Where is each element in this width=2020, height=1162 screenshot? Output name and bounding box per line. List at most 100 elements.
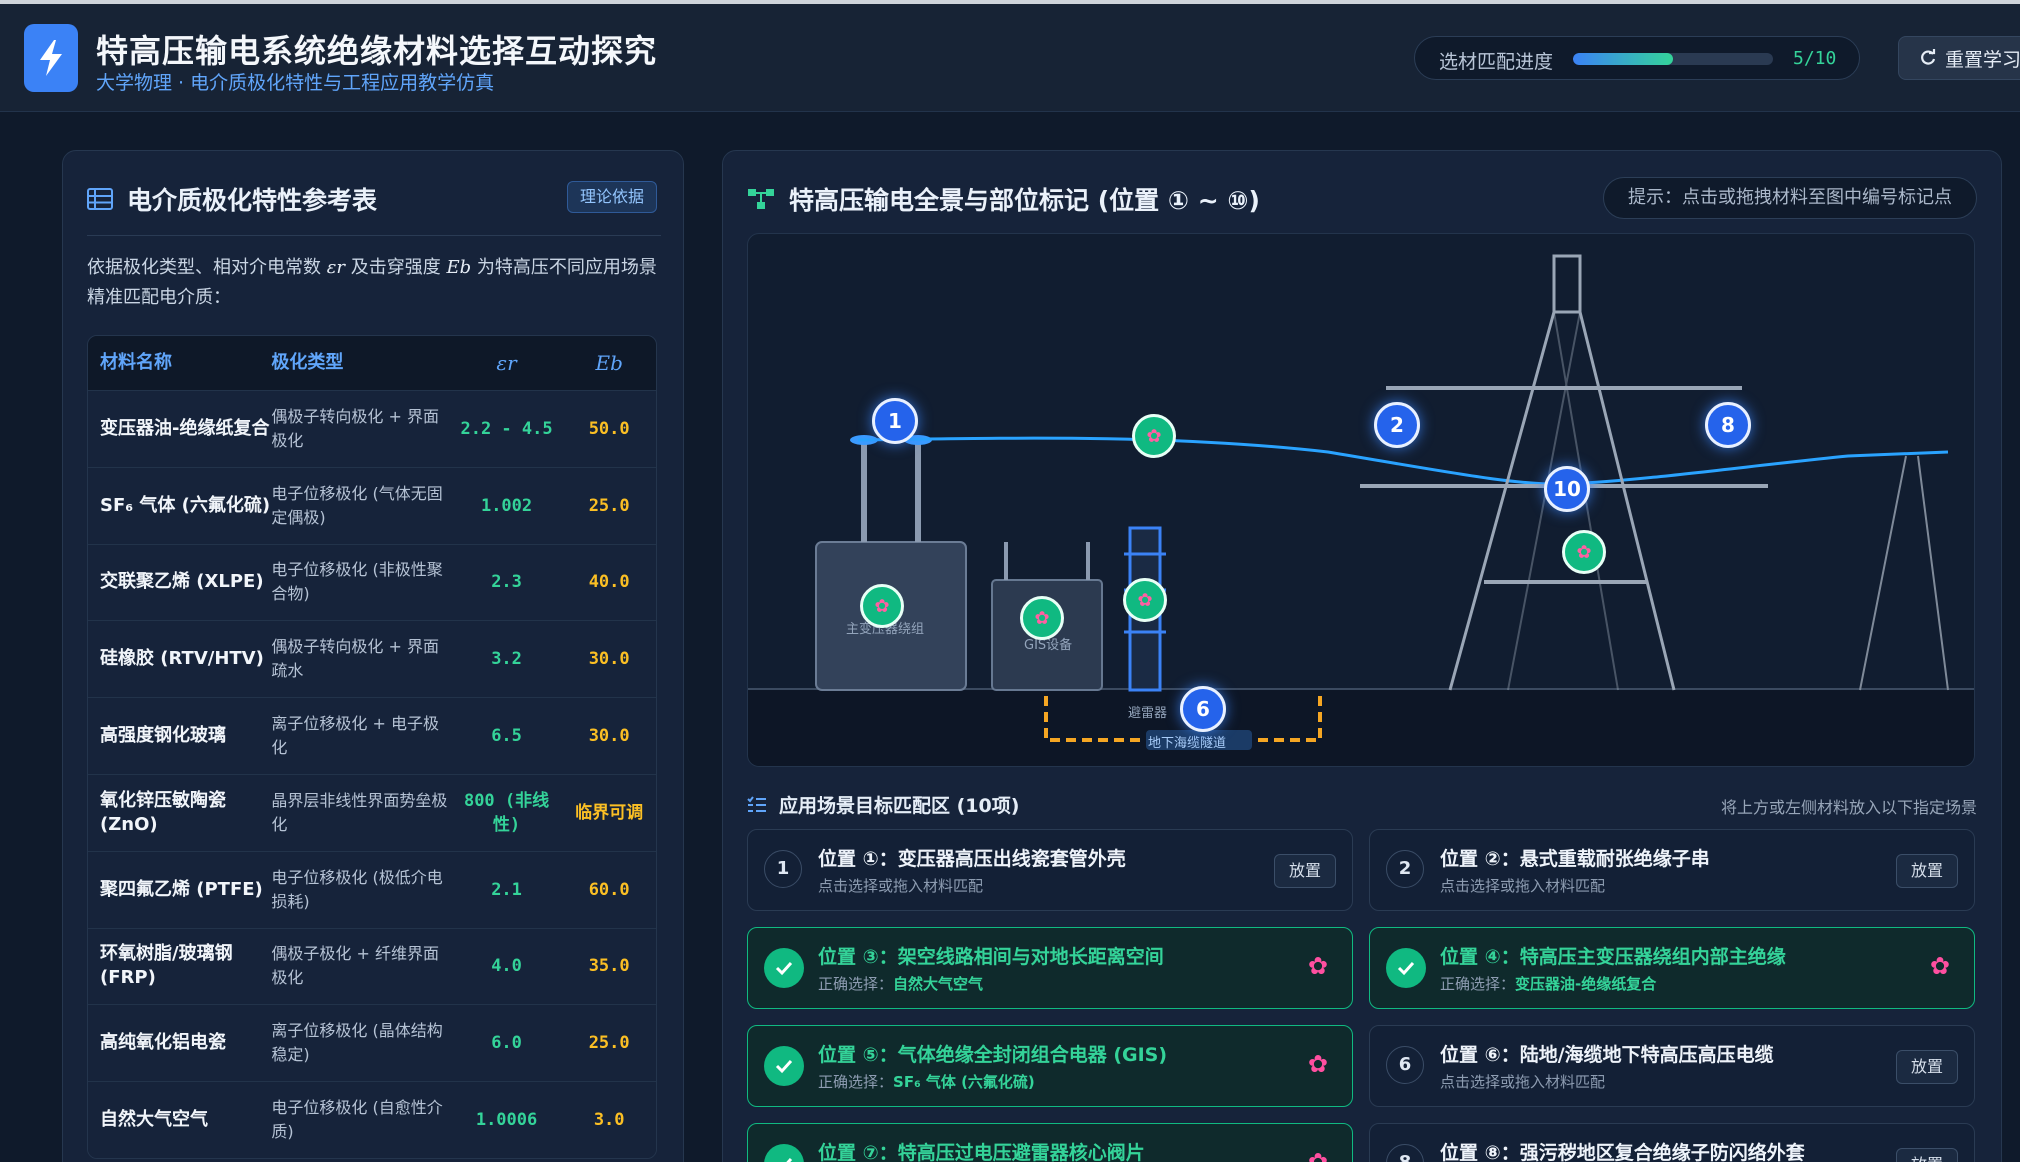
- place-button[interactable]: 放置: [1274, 854, 1336, 888]
- target-card-4[interactable]: 位置 ④：特高压主变压器绕组内部主绝缘正确选择：变压器油-绝缘纸复合 ✿: [1369, 927, 1975, 1009]
- polarization-type: 偶极子转向极化 + 界面极化: [271, 406, 439, 450]
- progress-count: 5/10: [1793, 48, 1837, 69]
- material-name: 氧化锌压敏陶瓷 (ZnO): [100, 789, 226, 835]
- material-name: SF₆ 气体 (六氟化硫): [100, 494, 271, 516]
- progress-indicator: 选材匹配进度 5/10: [1414, 36, 1860, 80]
- progress-label: 选材匹配进度: [1439, 51, 1554, 73]
- breakdown-value: 3.0: [593, 1110, 625, 1131]
- target-card-6[interactable]: 6 位置 ⑥：陆地/海缆地下特高压高压电缆点击选择或拖入材料匹配 放置: [1369, 1025, 1975, 1107]
- breakdown-value: 30.0: [588, 726, 630, 747]
- zone-title: 应用场景目标匹配区 (10项): [747, 791, 1019, 818]
- material-name: 高强度钢化玻璃: [100, 725, 226, 747]
- card-number: 8: [1386, 1144, 1424, 1162]
- material-name: 变压器油-绝缘纸复合: [100, 417, 270, 439]
- zone-hint: 将上方或左侧材料放入以下指定场景: [1721, 798, 1978, 817]
- marker-1[interactable]: 1: [872, 398, 918, 444]
- target-card-1[interactable]: 1 位置 ①：变压器高压出线瓷套管外壳 点击选择或拖入材料匹配 放置: [747, 829, 1353, 911]
- marker-8[interactable]: 8: [1705, 402, 1751, 448]
- target-card-5[interactable]: 位置 ⑤：气体绝缘全封闭组合电器 (GIS) 正确选择：SF₆ 气体 (六氟化硫)…: [747, 1025, 1353, 1107]
- table-row[interactable]: 环氧树脂/玻璃钢 (FRP) 偶极子极化 + 纤维界面极化 4.0 35.0: [88, 927, 656, 1005]
- card-subtitle: 点击选择或拖入材料匹配: [1440, 877, 1606, 895]
- target-card-2[interactable]: 2 位置 ②：悬式重载耐张绝缘子串 点击选择或拖入材料匹配 放置: [1369, 829, 1975, 911]
- material-name: 交联聚乙烯 (XLPE): [100, 571, 264, 593]
- zone-title-text: 应用场景目标匹配区 (10项): [779, 795, 1020, 817]
- card-subtitle: 点击选择或拖入材料匹配: [1440, 1073, 1606, 1091]
- breakdown-value: 60.0: [588, 879, 630, 900]
- flower-marker-7[interactable]: ✿: [1123, 578, 1167, 622]
- app-title: 特高压输电系统绝缘材料选择互动探究: [96, 32, 658, 70]
- material-name: 自然大气空气: [100, 1109, 208, 1131]
- material-name: 高纯氧化铝电瓷: [100, 1032, 226, 1054]
- table-row[interactable]: 高纯氧化铝电瓷 离子位移极化 (晶体结构稳定) 6.0 25.0: [88, 1004, 656, 1082]
- polarization-type: 晶界层非线性界面势垒极化: [271, 790, 448, 834]
- place-button[interactable]: 放置: [1896, 1050, 1958, 1084]
- header-eb: Eb: [595, 351, 623, 375]
- table-row[interactable]: 氧化锌压敏陶瓷 (ZnO) 晶界层非线性界面势垒极化 800 (非线性) 临界可调: [88, 773, 656, 851]
- place-button[interactable]: 放置: [1896, 854, 1958, 888]
- flower-marker-4[interactable]: ✿: [860, 584, 904, 628]
- table-row[interactable]: 交联聚乙烯 (XLPE) 电子位移极化 (非极性聚合物) 2.3 40.0: [88, 543, 656, 621]
- marker-2[interactable]: 2: [1374, 402, 1420, 448]
- card-number: 2: [1386, 850, 1424, 888]
- target-card-3[interactable]: 位置 ③：架空线路相间与对地长距离空间 正确选择：自然大气空气 ✿: [747, 927, 1353, 1009]
- check-icon: [764, 948, 804, 988]
- target-card-8[interactable]: 8 位置 ⑧：强污秽地区复合绝缘子防闪络外套 放置: [1369, 1123, 1975, 1162]
- header-name: 材料名称: [100, 352, 172, 373]
- flower-marker-9[interactable]: ✿: [1562, 530, 1606, 574]
- table-row[interactable]: 变压器油-绝缘纸复合 偶极子转向极化 + 界面极化 2.2 - 4.5 50.0: [88, 390, 656, 467]
- header-type: 极化类型: [271, 352, 344, 373]
- reset-button[interactable]: 重置学习: [1898, 36, 2020, 80]
- flower-marker-5[interactable]: ✿: [1020, 596, 1064, 640]
- polarization-type: 电子位移极化 (气体无固定偶极): [271, 483, 443, 527]
- permittivity-value: 6.5: [491, 726, 522, 747]
- breakdown-value: 30.0: [588, 649, 630, 670]
- marker-6[interactable]: 6: [1180, 686, 1226, 732]
- target-card-7[interactable]: 位置 ⑦：特高压过电压避雷器核心阀片 ✿: [747, 1123, 1353, 1162]
- card-subtitle: 正确选择：SF₆ 气体 (六氟化硫): [818, 1073, 1035, 1091]
- breakdown-value: 40.0: [588, 572, 630, 593]
- flower-icon: ✿: [1929, 952, 1950, 980]
- table-row[interactable]: 自然大气空气 电子位移极化 (自愈性介质) 1.0006 3.0: [88, 1081, 656, 1158]
- flower-icon: ✿: [1307, 1148, 1328, 1162]
- breakdown-value: 25.0: [588, 495, 630, 516]
- place-button[interactable]: 放置: [1896, 1148, 1958, 1162]
- reference-title-text: 电介质极化特性参考表: [127, 186, 378, 215]
- intro-text: 依据极化类型、相对介电常数 εr 及击穿强度 Eb 为特高压不同应用场景精准匹配…: [87, 257, 657, 308]
- breakdown-value: 临界可调: [575, 802, 644, 823]
- permittivity-value: 1.002: [480, 495, 533, 516]
- polarization-type: 偶极子极化 + 纤维界面极化: [271, 944, 439, 988]
- cable-label: 地下海缆隧道: [1148, 736, 1227, 751]
- material-name: 环氧树脂/玻璃钢 (FRP): [100, 943, 233, 989]
- polarization-type: 离子位移极化 (晶体结构稳定): [271, 1021, 443, 1065]
- card-number: 6: [1386, 1046, 1424, 1084]
- polarization-type: 电子位移极化 (非极性聚合物): [271, 560, 443, 604]
- card-title: 位置 ⑤：气体绝缘全封闭组合电器 (GIS): [818, 1044, 1168, 1066]
- app-subtitle: 大学物理 · 电介质极化特性与工程应用教学仿真: [96, 72, 495, 94]
- table-row[interactable]: 高强度钢化玻璃 离子位移极化 + 电子极化 6.5 30.0: [88, 697, 656, 774]
- scene-title-text: 特高压输电全景与部位标记 (位置 ① ~ ⑩): [789, 186, 1260, 215]
- reset-label: 重置学习: [1945, 48, 2020, 71]
- table-row[interactable]: SF₆ 气体 (六氟化硫) 电子位移极化 (气体无固定偶极) 1.002 25.0: [88, 466, 656, 544]
- card-number: 1: [764, 850, 802, 888]
- breakdown-value: 35.0: [588, 956, 630, 977]
- table-row[interactable]: 聚四氟乙烯 (PTFE) 电子位移极化 (极低介电损耗) 2.1 60.0: [88, 850, 656, 928]
- card-title: 位置 ⑦：特高压过电压避雷器核心阀片: [818, 1142, 1145, 1162]
- table-row[interactable]: 硅橡胶 (RTV/HTV) 偶极子转向极化 + 界面疏水 3.2 30.0: [88, 620, 656, 698]
- check-icon: [1386, 948, 1426, 988]
- check-icon: [764, 1144, 804, 1162]
- divider: [87, 235, 661, 236]
- transmission-scene[interactable]: 主变压器绕组 GIS设备 避雷器 地下海缆隧道 1 2 8 10 6 ✿ ✿ ✿…: [747, 233, 1975, 767]
- scene-hint: 提示：点击或拖拽材料至图中编号标记点: [1603, 177, 1977, 219]
- card-title: 位置 ⑥：陆地/海缆地下特高压高压电缆: [1440, 1044, 1774, 1066]
- permittivity-value: 2.2 - 4.5: [460, 418, 553, 439]
- polarization-type: 电子位移极化 (极低介电损耗): [271, 867, 443, 911]
- flower-marker-3[interactable]: ✿: [1132, 414, 1176, 458]
- permittivity-value: 6.0: [491, 1033, 522, 1054]
- marker-10[interactable]: 10: [1544, 466, 1590, 512]
- card-title: 位置 ④：特高压主变压器绕组内部主绝缘: [1440, 946, 1786, 968]
- permittivity-value: 2.1: [491, 879, 522, 900]
- card-subtitle: 正确选择：变压器油-绝缘纸复合: [1440, 975, 1657, 993]
- permittivity-value: 2.3: [491, 572, 522, 593]
- permittivity-value: 3.2: [491, 649, 522, 670]
- flower-icon: ✿: [1307, 1050, 1328, 1078]
